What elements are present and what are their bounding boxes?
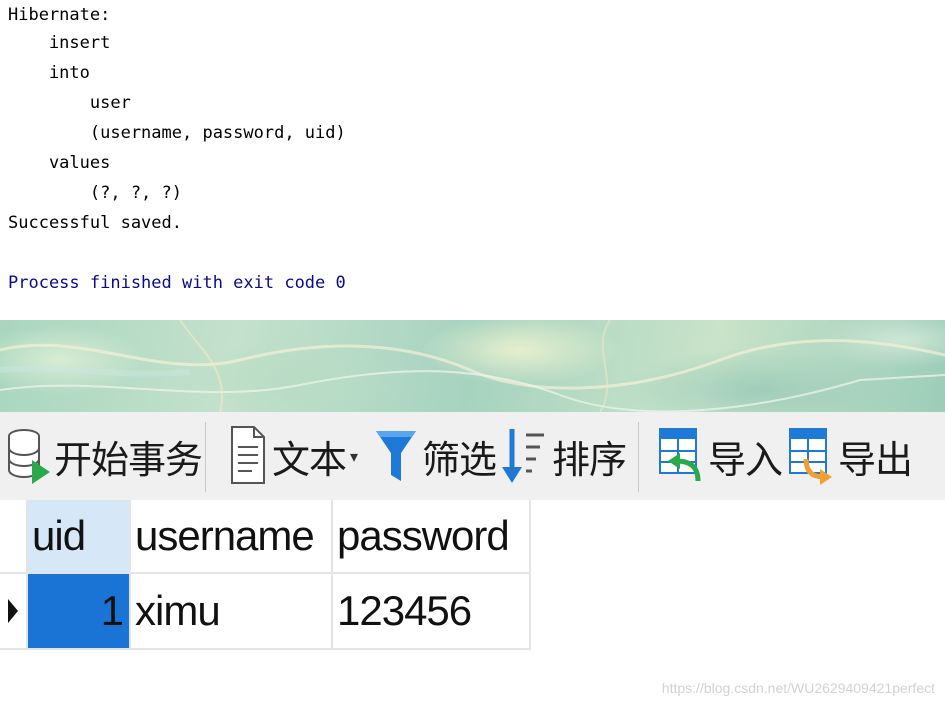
text-view-label: 文本 bbox=[272, 437, 347, 482]
console-line: values bbox=[8, 153, 111, 173]
import-label: 导入 bbox=[708, 437, 783, 482]
import-button[interactable]: 导入 bbox=[658, 420, 783, 492]
console-line-status: Successful saved. bbox=[8, 213, 182, 233]
console-exit-message: Process finished with exit code 0 bbox=[8, 273, 346, 293]
chevron-down-icon[interactable]: ▾ bbox=[350, 447, 358, 466]
begin-transaction-button[interactable]: 开始事务 bbox=[6, 420, 203, 492]
console-output: Hibernate: insert into user (username, p… bbox=[0, 0, 945, 320]
sort-label: 排序 bbox=[552, 437, 627, 482]
row-header-corner bbox=[0, 500, 28, 574]
table-cell-password[interactable]: 123456 bbox=[333, 574, 531, 650]
document-text-icon bbox=[231, 426, 265, 484]
sort-button[interactable]: 排序 bbox=[500, 420, 627, 492]
console-line: into bbox=[8, 63, 90, 83]
filter-funnel-icon bbox=[376, 431, 416, 481]
toolbar-divider bbox=[638, 422, 639, 492]
data-toolbar: 开始事务 文本 ▾ 筛选 排序 导入 导出 bbox=[0, 412, 945, 500]
table-import-icon bbox=[659, 428, 701, 482]
export-label: 导出 bbox=[838, 437, 913, 482]
table-export-icon bbox=[789, 428, 832, 485]
toolbar-divider bbox=[205, 422, 206, 492]
column-header-uid[interactable]: uid bbox=[28, 500, 131, 574]
console-line: (?, ?, ?) bbox=[8, 183, 182, 203]
table-cell-username[interactable]: ximu bbox=[131, 574, 333, 650]
column-header-username[interactable]: username bbox=[131, 500, 333, 574]
console-line: insert bbox=[8, 33, 121, 53]
row-indicator[interactable] bbox=[0, 574, 28, 650]
export-button[interactable]: 导出 bbox=[788, 420, 913, 492]
console-line: Hibernate: bbox=[8, 5, 121, 25]
watermark-text: https://blog.csdn.net/WU2629409421perfec… bbox=[661, 680, 935, 696]
column-header-password[interactable]: password bbox=[333, 500, 531, 574]
table-cell-uid[interactable]: 1 bbox=[28, 574, 131, 650]
filter-button[interactable]: 筛选 bbox=[374, 420, 497, 492]
decorative-banner bbox=[0, 320, 945, 412]
console-line: user bbox=[8, 93, 131, 113]
begin-transaction-label: 开始事务 bbox=[54, 437, 203, 482]
filter-label: 筛选 bbox=[422, 437, 497, 482]
text-view-button[interactable]: 文本 ▾ bbox=[228, 420, 358, 492]
data-grid: uid username password 1 ximu 123456 bbox=[0, 500, 531, 652]
decorative-texture bbox=[0, 320, 945, 412]
sort-list-icon bbox=[502, 429, 544, 483]
console-line: (username, password, uid) bbox=[8, 123, 356, 143]
current-row-arrow-icon bbox=[8, 599, 18, 623]
database-transaction-icon bbox=[8, 429, 50, 484]
